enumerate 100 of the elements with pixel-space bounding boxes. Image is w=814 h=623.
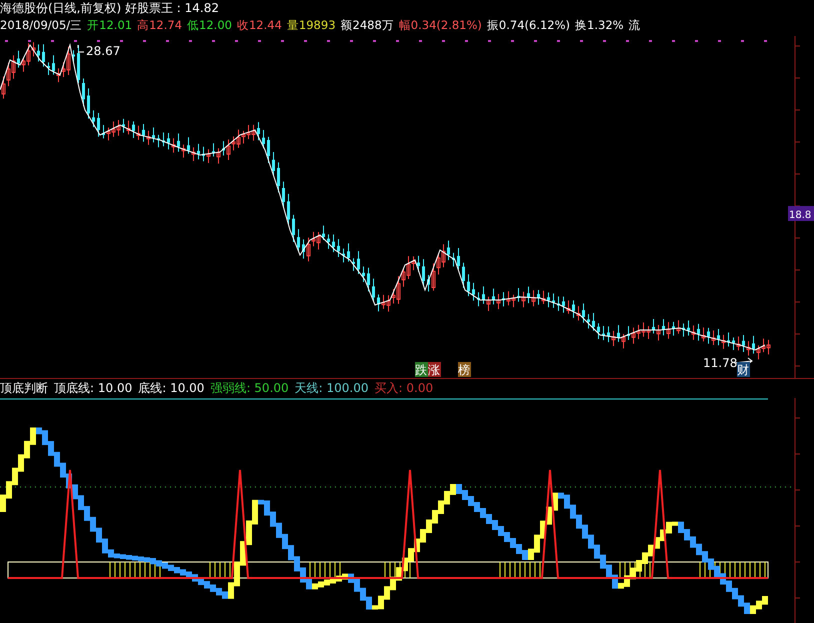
high-price-label: 28.67 <box>86 44 120 58</box>
candlestick <box>496 294 500 310</box>
candlestick <box>212 142 215 157</box>
candlestick <box>292 214 295 242</box>
candlestick <box>687 320 690 336</box>
legend-value: 买入: 0.00 <box>374 380 434 397</box>
candlestick <box>72 50 75 64</box>
quote-value: 开12.01 <box>87 17 132 34</box>
candlestick <box>472 282 475 302</box>
candlestick <box>592 312 595 332</box>
legend-value: 底线: 10.00 <box>138 380 204 397</box>
candlestick <box>202 146 205 162</box>
candlestick <box>522 291 526 308</box>
candlestick <box>47 62 50 76</box>
candlestick <box>417 255 420 272</box>
candlestick <box>666 322 670 340</box>
candlestick <box>337 238 340 258</box>
candlestick <box>192 146 196 162</box>
candlestick <box>746 340 750 356</box>
candlestick <box>122 118 125 134</box>
candlestick <box>262 129 265 149</box>
candlestick <box>82 78 85 107</box>
candlestick <box>537 290 540 306</box>
candlestick <box>587 314 590 330</box>
candlestick <box>486 296 490 312</box>
candlestick <box>102 124 105 139</box>
candlestick <box>597 322 600 340</box>
candlestick <box>712 330 716 346</box>
quote-value: 量19893 <box>286 17 336 34</box>
candlestick <box>482 286 485 304</box>
candlestick <box>216 148 220 164</box>
quote-value: 2018/09/05/三 <box>0 17 82 34</box>
low-price-label: 11.78 <box>703 356 738 370</box>
legend-value: 顶底线: 10.00 <box>54 380 132 397</box>
candlestick <box>707 327 710 344</box>
candlestick <box>682 322 685 338</box>
candlestick <box>302 238 305 260</box>
candlestick <box>576 306 580 321</box>
candlestick <box>692 324 696 340</box>
candlestick <box>367 267 370 292</box>
candlestick <box>222 140 225 156</box>
candlestick <box>742 334 745 352</box>
quote-value: 低12.00 <box>187 17 232 34</box>
badge-label: 跌 <box>415 363 427 377</box>
candlestick <box>722 334 726 350</box>
candlestick <box>287 193 290 225</box>
candlestick <box>257 122 260 141</box>
quote-value: 换1.32% <box>575 17 624 34</box>
indicator-name: 顶底判断 <box>0 380 48 397</box>
candlestick <box>126 120 130 135</box>
candlestick <box>422 258 425 287</box>
candlestick <box>97 112 100 138</box>
candlestick <box>572 300 575 318</box>
candlestick <box>157 134 160 148</box>
candlestick <box>167 132 170 150</box>
candlestick <box>582 303 585 324</box>
candlestick <box>662 318 665 336</box>
candlestick <box>602 326 605 341</box>
candlestick <box>477 292 480 307</box>
candlestick <box>517 288 520 302</box>
candlestick <box>462 262 465 288</box>
candlestick <box>372 278 375 302</box>
candlestick <box>136 125 140 140</box>
candlestick <box>467 274 470 297</box>
candlestick <box>566 300 570 314</box>
badge-label: 财 <box>737 363 749 377</box>
candlestick <box>92 110 95 128</box>
candlestick <box>282 181 285 208</box>
candlestick <box>532 290 536 307</box>
candlestick <box>562 296 565 314</box>
candlestick <box>622 334 626 349</box>
candlestick <box>347 242 350 262</box>
candlestick <box>177 132 180 152</box>
candlestick <box>557 296 560 312</box>
candlestick <box>37 44 40 62</box>
badge-label: 榜 <box>458 363 470 377</box>
candlestick <box>277 162 280 193</box>
candlestick <box>197 143 200 160</box>
candlestick <box>652 318 655 334</box>
candlestick <box>182 144 186 158</box>
candlestick <box>492 288 495 305</box>
candlestick <box>377 294 380 312</box>
quote-value: 流 <box>628 17 641 34</box>
candlestick <box>267 136 270 164</box>
candlestick <box>427 274 430 292</box>
candlestick <box>527 286 530 304</box>
candlestick <box>322 225 325 241</box>
legend-value: 天线: 100.00 <box>294 380 369 397</box>
candlestick <box>612 330 616 346</box>
candlestick <box>752 335 755 354</box>
price-tag: 18.8 <box>788 206 814 221</box>
candlestick <box>332 234 335 253</box>
candlestick <box>736 336 740 351</box>
candlestick <box>656 324 660 341</box>
chart-title: 海德股份(日线,前复权) 好股票王 : 14.82 <box>0 0 220 17</box>
candlestick <box>206 148 210 164</box>
candlestick <box>162 132 165 147</box>
candlestick <box>547 292 550 308</box>
quote-value: 幅0.34(2.81%) <box>398 17 482 34</box>
quote-value: 额2488万 <box>340 17 394 34</box>
